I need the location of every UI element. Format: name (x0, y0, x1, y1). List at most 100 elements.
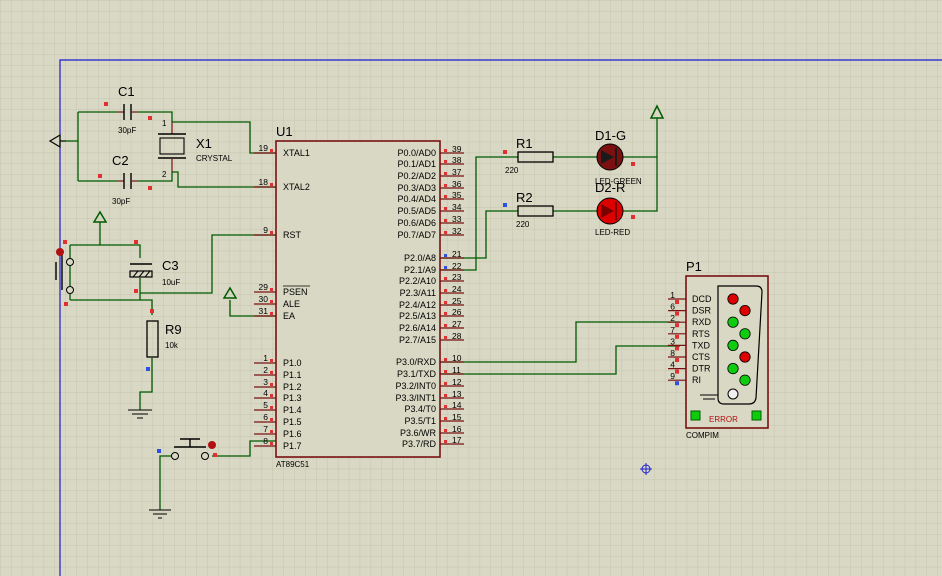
p1-green-led-icon (739, 328, 751, 340)
u1-pin-number: 2 (263, 365, 268, 375)
p1-pin-number: 3 (670, 336, 675, 346)
u1-pin-name: P1.7 (283, 441, 302, 451)
r1-ref: R1 (516, 136, 533, 151)
p1-shell-pin (727, 388, 739, 400)
u1-pin-name: P2.3/A11 (400, 288, 436, 298)
c1-value: 30pF (118, 126, 136, 135)
u1-pin-number: 16 (452, 424, 462, 434)
u1-pin-number: 6 (263, 412, 268, 422)
u1-pin-name: EA (283, 311, 295, 321)
schematic-canvas[interactable]: U1 AT89C51 19 XTAL118 XTAL29 RST29 PSEN30 ALE… (0, 0, 942, 576)
c1-ref: C1 (118, 84, 135, 99)
u1-pin-number: 27 (452, 319, 462, 329)
c2-value: 30pF (112, 197, 130, 206)
u1-pin-number: 7 (263, 424, 268, 434)
u1-pin-number: 33 (452, 214, 462, 224)
r9-value: 10k (165, 341, 179, 350)
u1-pin-name: P3.0/RXD (396, 357, 437, 367)
u1-pin-number: 1 (263, 353, 268, 363)
p1-red-led-icon (739, 304, 751, 317)
u1-pin-number: 4 (263, 388, 268, 398)
p17-button-actuator[interactable] (208, 441, 216, 449)
u1-pin-number: 8 (263, 436, 268, 446)
u1-pin-number: 19 (259, 143, 269, 153)
c3-ref: C3 (162, 258, 179, 273)
u1-pin-name: P1.3 (283, 393, 302, 403)
r1-value: 220 (505, 166, 519, 175)
c2-pin-marker (148, 186, 152, 190)
u1-pin-number: 23 (452, 272, 462, 282)
reset-button-actuator[interactable] (56, 248, 64, 256)
u1-pin-name: P2.4/A12 (399, 300, 436, 310)
u1-pin-number: 29 (259, 282, 269, 292)
u1-pin-name: P3.1/TXD (397, 369, 437, 379)
u1-pin-number: 15 (452, 412, 462, 422)
u1-pin-name: RST (283, 230, 302, 240)
p1-pin-name: DCD (692, 294, 712, 304)
u1-pin-number: 22 (452, 261, 462, 271)
u1-pin-number: 38 (452, 155, 462, 165)
u1-pin-name: P0.2/AD2 (397, 171, 436, 181)
p1-rx-indicator (751, 410, 762, 421)
x1-value: CRYSTAL (196, 154, 233, 163)
p1-pin-name: DSR (692, 306, 712, 316)
p1-part: COMPIM (686, 431, 719, 440)
p1-pin-number: 7 (670, 325, 675, 335)
d1-ref: D1-G (595, 128, 626, 143)
u1-pin-number: 34 (452, 202, 462, 212)
c2-ref: C2 (112, 153, 129, 168)
p1-red-led-icon (739, 351, 751, 363)
u1-pin-name: P1.0 (283, 358, 302, 368)
p1-pin-name: DTR (692, 364, 711, 374)
u1-pin-number: 11 (452, 365, 461, 375)
u1-pin-number: 18 (259, 177, 269, 187)
u1-pin-number: 37 (452, 167, 462, 177)
u1-pin-name: P0.6/AD6 (397, 218, 436, 228)
u1-pin-number: 17 (452, 435, 462, 445)
c2-pin-marker (98, 174, 102, 178)
u1-pin-name: P0.0/AD0 (397, 148, 436, 158)
r2-value: 220 (516, 220, 530, 229)
p1-green-led-icon (727, 316, 739, 328)
u1-pin-name: XTAL2 (283, 182, 310, 192)
u1-pin-number: 25 (452, 296, 462, 306)
u1-pin-number: 39 (452, 144, 462, 154)
u1-pin-name: P1.4 (283, 405, 302, 415)
u1-pin-name: P1.5 (283, 417, 302, 427)
u1-pin-name: P0.4/AD4 (397, 194, 436, 204)
p1-pin-number: 6 (670, 302, 675, 312)
u1-pin-name: P0.1/AD1 (397, 159, 436, 169)
u1-pin-number: 30 (259, 294, 269, 304)
u1-pin-name: PSEN (283, 287, 308, 297)
u1-pin-number: 28 (452, 331, 462, 341)
p1-green-led-icon (727, 362, 739, 375)
u1-pin-name: XTAL1 (283, 148, 310, 158)
p1-pin-name: CTS (692, 352, 710, 362)
u1-pin-name: P3.7/RD (402, 439, 437, 449)
u1-microcontroller[interactable]: U1 AT89C51 19 XTAL118 XTAL29 RST29 PSEN30 ALE… (254, 124, 464, 469)
u1-pin-number: 14 (452, 400, 462, 410)
u1-pin-number: 3 (263, 377, 268, 387)
d2-value: LED-RED (595, 228, 630, 237)
p1-pin-number: 9 (670, 371, 675, 381)
p1-pin-number: 4 (670, 360, 675, 370)
u1-pin-number: 32 (452, 226, 462, 236)
u1-pin-name: P2.6/A14 (399, 323, 436, 333)
u1-pin-name: P1.1 (283, 370, 302, 380)
u1-pin-number: 36 (452, 179, 462, 189)
u1-pin-name: P3.6/WR (400, 428, 437, 438)
p1-red-led-icon (727, 293, 739, 305)
u1-pin-name: P0.5/AD5 (397, 206, 436, 216)
p1-pin-number: 1 (670, 290, 675, 300)
u1-pin-name: P3.2/INT0 (395, 381, 436, 391)
p1-pin-number: 2 (670, 313, 675, 323)
u1-pin-name: P2.0/A8 (404, 253, 436, 263)
u1-pin-number: 9 (263, 225, 268, 235)
u1-pin-name: P2.7/A15 (399, 335, 436, 345)
p1-ref: P1 (686, 259, 702, 274)
u1-pin-number: 26 (452, 307, 462, 317)
u1-pin-number: 13 (452, 389, 462, 399)
r2-ref: R2 (516, 190, 533, 205)
x1-pin-b-number: 2 (162, 170, 167, 179)
u1-pin-name: P0.3/AD3 (397, 183, 436, 193)
